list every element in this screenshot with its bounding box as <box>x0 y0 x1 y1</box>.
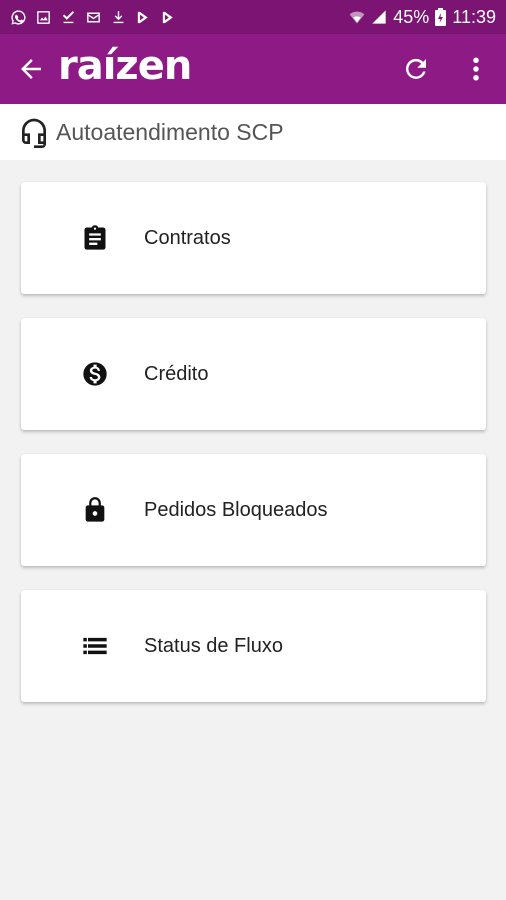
system-status: 45% 11:39 <box>349 7 496 28</box>
back-button[interactable] <box>14 52 48 86</box>
menu-item-pedidos-bloqueados[interactable]: Pedidos Bloqueados <box>21 454 486 566</box>
refresh-button[interactable] <box>400 53 432 85</box>
page-title: Autoatendimento SCP <box>56 118 284 145</box>
more-options-button[interactable] <box>460 53 492 85</box>
clipboard-icon <box>81 224 109 252</box>
lock-icon <box>81 496 109 524</box>
battery-charging-icon <box>435 8 447 26</box>
menu-item-label: Pedidos Bloqueados <box>144 498 328 521</box>
headset-icon <box>22 118 46 148</box>
raizen-logo: raízen <box>58 43 192 89</box>
status-bar: 45% 11:39 <box>0 0 506 34</box>
menu-list: Contratos Crédito Pedidos Bloqueados Sta… <box>0 160 506 702</box>
page-header: Autoatendimento SCP <box>0 104 506 160</box>
mail-icon <box>87 12 100 22</box>
app-bar: raízen <box>0 34 506 104</box>
menu-item-contratos[interactable]: Contratos <box>21 182 486 294</box>
image-icon <box>37 10 50 24</box>
menu-item-status-de-fluxo[interactable]: Status de Fluxo <box>21 590 486 702</box>
download-done-icon <box>62 10 75 23</box>
clock: 11:39 <box>452 6 496 27</box>
signal-icon <box>372 10 386 24</box>
notification-icons <box>10 9 177 26</box>
list-icon <box>81 632 109 660</box>
menu-item-label: Contratos <box>144 226 231 249</box>
more-vert-icon <box>473 57 479 81</box>
arrow-back-icon <box>21 59 41 79</box>
whatsapp-icon <box>11 9 26 25</box>
battery-percent: 45% <box>393 6 430 27</box>
menu-item-credito[interactable]: Crédito <box>21 318 486 430</box>
app-notification-icon <box>137 11 148 23</box>
app-notification-icon-2 <box>162 11 173 23</box>
menu-item-label: Status de Fluxo <box>144 634 283 657</box>
wifi-icon <box>349 11 365 24</box>
refresh-icon <box>405 58 426 79</box>
app-bar-actions <box>400 34 492 104</box>
download-icon <box>113 10 124 23</box>
menu-item-label: Crédito <box>144 362 209 385</box>
dollar-circle-icon <box>81 360 109 388</box>
